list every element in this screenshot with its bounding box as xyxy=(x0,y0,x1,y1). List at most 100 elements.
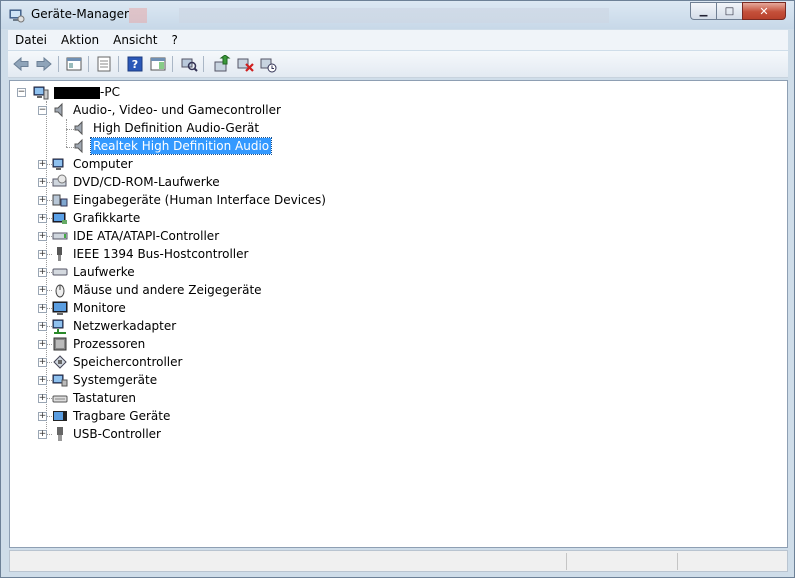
category-prozessoren[interactable]: Prozessoren xyxy=(52,335,147,353)
forward-arrow-icon[interactable] xyxy=(35,55,53,73)
category-label: IDE ATA/ATAPI-Controller xyxy=(73,229,220,243)
category-label: Speichercontroller xyxy=(73,355,183,369)
show-hide-console-tree-icon[interactable] xyxy=(65,55,83,73)
category-label: Monitore xyxy=(73,301,126,315)
grafikkarte-icon xyxy=(52,210,68,226)
device-realtek-audio[interactable]: Realtek High Definition Audio xyxy=(72,137,273,155)
category-dvd-cd-rom-laufwerke[interactable]: DVD/CD-ROM-Laufwerke xyxy=(52,173,222,191)
expander-mäuse-und-andere-zeigegeräte[interactable]: + xyxy=(38,286,47,295)
menu-help[interactable]: ? xyxy=(164,33,184,47)
window-title: Geräte-Manager xyxy=(31,7,129,21)
expander-systemgeräte[interactable]: + xyxy=(38,376,47,385)
scan-hardware-icon[interactable] xyxy=(180,55,198,73)
update-driver-icon[interactable] xyxy=(213,55,231,73)
category-ieee-1394-bus-hostcontroller[interactable]: IEEE 1394 Bus-Hostcontroller xyxy=(52,245,250,263)
expander-grafikkarte[interactable]: + xyxy=(38,214,47,223)
category-label: Systemgeräte xyxy=(73,373,158,387)
category-label: Tastaturen xyxy=(73,391,136,405)
device-tree-pane[interactable]: − -PC − Audio-, Video- und Gamecontrolle… xyxy=(9,80,788,548)
uninstall-device-icon[interactable] xyxy=(259,55,277,73)
category-label: Netzwerkadapter xyxy=(73,319,177,333)
help-icon[interactable]: ? xyxy=(126,55,144,73)
tastaturen-icon xyxy=(52,390,68,406)
expander-tastaturen[interactable]: + xyxy=(38,394,47,403)
category-eingabegeräte-human-interface-devices[interactable]: Eingabegeräte (Human Interface Devices) xyxy=(52,191,328,209)
laufwerke-icon xyxy=(52,264,68,280)
category-tastaturen[interactable]: Tastaturen xyxy=(52,389,138,407)
category-tragbare-geräte[interactable]: Tragbare Geräte xyxy=(52,407,172,425)
action-pane-icon[interactable] xyxy=(149,55,167,73)
netzwerkadapter-icon xyxy=(52,318,68,334)
svg-text:?: ? xyxy=(132,58,138,71)
back-arrow-icon[interactable] xyxy=(12,55,30,73)
category-audio[interactable]: Audio-, Video- und Gamecontroller xyxy=(52,101,283,119)
category-label: Mäuse und andere Zeigegeräte xyxy=(73,283,262,297)
tree-root-pc[interactable]: -PC xyxy=(33,83,122,101)
category-laufwerke[interactable]: Laufwerke xyxy=(52,263,137,281)
status-divider xyxy=(677,553,678,570)
speaker-icon xyxy=(72,120,88,136)
device-hd-audio[interactable]: High Definition Audio-Gerät xyxy=(72,119,261,137)
expander-monitore[interactable]: + xyxy=(38,304,47,313)
maximize-button[interactable]: □ xyxy=(716,2,742,20)
eingabegeräte-human-interface-devices-icon xyxy=(52,192,68,208)
expander-laufwerke[interactable]: + xyxy=(38,268,47,277)
monitore-icon xyxy=(52,300,68,316)
expander-eingabegeräte-human-interface-devices[interactable]: + xyxy=(38,196,47,205)
device-manager-window: Geräte-Manager ▁ □ ✕ Datei Aktion Ansich… xyxy=(0,0,795,578)
category-systemgeräte[interactable]: Systemgeräte xyxy=(52,371,159,389)
category-monitore[interactable]: Monitore xyxy=(52,299,128,317)
ieee-1394-bus-hostcontroller-icon xyxy=(52,246,68,262)
expander-speichercontroller[interactable]: + xyxy=(38,358,47,367)
properties-icon[interactable] xyxy=(95,55,113,73)
root-expander[interactable]: − xyxy=(17,88,26,97)
expander-prozessoren[interactable]: + xyxy=(38,340,47,349)
prozessoren-icon xyxy=(52,336,68,352)
menu-ansicht[interactable]: Ansicht xyxy=(106,33,164,47)
speichercontroller-icon xyxy=(52,354,68,370)
toolbar-separator xyxy=(203,56,204,72)
expander-usb-controller[interactable]: + xyxy=(38,430,47,439)
category-label: IEEE 1394 Bus-Hostcontroller xyxy=(73,247,249,261)
ide-ata-atapi-controller-icon xyxy=(52,228,68,244)
category-label: Prozessoren xyxy=(73,337,146,351)
menu-aktion[interactable]: Aktion xyxy=(54,33,106,47)
expander-dvd-cd-rom-laufwerke[interactable]: + xyxy=(38,178,47,187)
toolbar: ? xyxy=(8,51,788,78)
category-grafikkarte[interactable]: Grafikkarte xyxy=(52,209,142,227)
category-speichercontroller[interactable]: Speichercontroller xyxy=(52,353,184,371)
toolbar-separator xyxy=(118,56,119,72)
expander-computer[interactable]: + xyxy=(38,160,47,169)
expander-ide-ata-atapi-controller[interactable]: + xyxy=(38,232,47,241)
minimize-button[interactable]: ▁ xyxy=(690,2,716,20)
status-bar xyxy=(9,550,788,572)
speaker-icon xyxy=(72,138,88,154)
redacted-computer-name xyxy=(54,86,100,99)
category-mäuse-und-andere-zeigegeräte[interactable]: Mäuse und andere Zeigegeräte xyxy=(52,281,264,299)
category-computer[interactable]: Computer xyxy=(52,155,135,173)
expander-tragbare-geräte[interactable]: + xyxy=(38,412,47,421)
mäuse-und-andere-zeigegeräte-icon xyxy=(52,282,68,298)
category-label: Eingabegeräte (Human Interface Devices) xyxy=(73,193,326,207)
category-usb-controller[interactable]: USB-Controller xyxy=(52,425,163,443)
category-ide-ata-atapi-controller[interactable]: IDE ATA/ATAPI-Controller xyxy=(52,227,221,245)
category-label: DVD/CD-ROM-Laufwerke xyxy=(73,175,220,189)
audio-expander[interactable]: − xyxy=(38,106,47,115)
category-label: Laufwerke xyxy=(73,265,135,279)
title-bar[interactable]: Geräte-Manager ▁ □ ✕ xyxy=(1,1,794,29)
category-label: Grafikkarte xyxy=(73,211,141,225)
disable-device-icon[interactable] xyxy=(236,55,254,73)
dvd-cd-rom-laufwerke-icon xyxy=(52,174,68,190)
status-divider xyxy=(566,553,567,570)
speaker-icon xyxy=(52,102,68,118)
category-netzwerkadapter[interactable]: Netzwerkadapter xyxy=(52,317,178,335)
root-pc-suffix: -PC xyxy=(100,85,120,99)
category-label: Tragbare Geräte xyxy=(73,409,171,423)
toolbar-separator xyxy=(58,56,59,72)
expander-netzwerkadapter[interactable]: + xyxy=(38,322,47,331)
tragbare-geräte-icon xyxy=(52,408,68,424)
menu-datei[interactable]: Datei xyxy=(8,33,54,47)
expander-ieee-1394-bus-hostcontroller[interactable]: + xyxy=(38,250,47,259)
category-label: Computer xyxy=(73,157,133,171)
close-button[interactable]: ✕ xyxy=(742,2,786,20)
